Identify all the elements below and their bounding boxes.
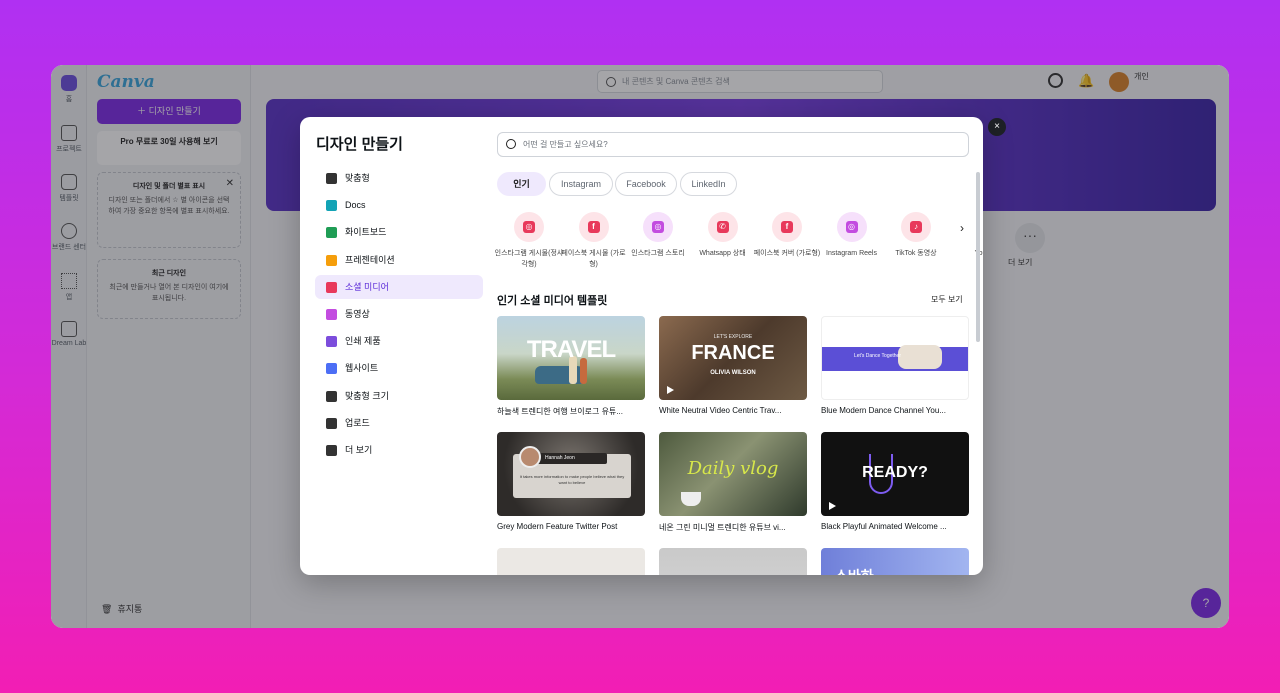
category-item[interactable]: 동영상 [315, 302, 483, 326]
category-item[interactable]: 소셜 미디어 [315, 274, 483, 299]
category-item[interactable]: 화이트보드 [315, 220, 483, 244]
thumb-text: FRANCE [691, 342, 775, 364]
category-icon [326, 417, 337, 429]
category-icon [326, 309, 337, 320]
template-thumbnail: 스바하 [821, 548, 969, 575]
modal-title: 디자인 만들기 [316, 136, 403, 153]
format-icon: ✆ [707, 212, 738, 242]
template-thumbnail [497, 548, 645, 575]
thumb-text: LET'S EXPLORE [713, 334, 753, 340]
template-caption: Black Playful Animated Welcome ... [821, 522, 947, 531]
filter-chip[interactable]: Facebook [615, 172, 677, 196]
category-icon [326, 173, 337, 184]
format-icon: ♪ [901, 212, 931, 242]
format-icon: f [578, 212, 609, 242]
scrollbar[interactable] [976, 172, 980, 342]
template-thumbnail: TRAVEL [497, 316, 645, 400]
format-icon: f [772, 212, 802, 242]
thumb-quote: It takes more information to make people… [519, 474, 625, 485]
category-icon [326, 227, 337, 239]
template-thumbnail: READY? [821, 432, 969, 516]
format-icon: ◎ [836, 212, 867, 242]
create-design-modal: 디자인 만들기 맞춤형 Docs 화이트보드프레젠테이션 소셜 미디어동영상인쇄 제품… [300, 117, 983, 575]
format-item[interactable]: ✆ Whatsapp 상태 [688, 212, 758, 259]
design-search-input[interactable]: 어떤 걸 만들고 싶으세요? [497, 132, 969, 157]
template-card[interactable]: LET'S EXPLORE FRANCE OLIVIA WILSON White Ne… [659, 316, 807, 415]
category-icon [326, 254, 337, 266]
template-card[interactable]: Hannah Jeon It takes more information to … [497, 432, 645, 531]
thumb-title: Daily vlog [687, 458, 779, 479]
template-caption: Grey Modern Feature Twitter Post [497, 522, 618, 531]
template-thumbnail: Daily vlog [659, 432, 807, 516]
category-icon [326, 200, 337, 212]
format-item[interactable]: f 페이스북 게시물 (가로형) [559, 212, 629, 270]
category-item[interactable]: 맞춤형 [315, 166, 483, 190]
format-icon [965, 212, 983, 242]
template-card[interactable]: Daily vlog 네온 그린 미니멀 트렌디한 유튜브 vi... [659, 432, 807, 533]
close-modal-button[interactable]: × [988, 118, 1006, 136]
format-icon: ◎ [643, 212, 673, 242]
category-icon [326, 336, 337, 348]
section-title: 인기 소셜 미디어 템플릿 [497, 295, 608, 307]
category-item[interactable]: 웹사이트 [315, 356, 483, 380]
template-card[interactable]: READY? Black Playful Animated Welcome ... [821, 432, 969, 531]
category-icon [326, 390, 337, 402]
template-thumbnail: LET'S EXPLORE FRANCE OLIVIA WILSON [659, 316, 807, 400]
format-item[interactable]: f 페이스북 커버 (가로형) [752, 212, 822, 259]
template-caption: White Neutral Video Centric Trav... [659, 406, 782, 415]
thumb-text: OLIVIA WILSON [710, 370, 756, 376]
template-thumbnail: Hannah Jeon It takes more information to … [497, 432, 645, 516]
avatar [519, 446, 541, 468]
format-item[interactable]: ◎ 인스타그램 스토리 [623, 212, 693, 259]
thumb-text: Let's Dance Together [854, 353, 902, 359]
chevron-right-icon[interactable]: › [960, 221, 964, 235]
category-item[interactable]: 인쇄 제품 [315, 329, 483, 353]
format-icon: ◎ [514, 212, 544, 242]
category-item[interactable]: 맞춤형 크기 [315, 384, 483, 408]
category-icon [326, 445, 337, 456]
filter-chip[interactable]: 인기 [497, 172, 546, 196]
template-card[interactable]: TRAVEL 하늘색 트렌디한 여행 브이로그 유튜... [497, 316, 645, 417]
thumb-title: TRAVEL [526, 336, 616, 363]
template-caption: 네온 그린 미니멀 트렌디한 유튜브 vi... [659, 523, 786, 532]
category-item[interactable]: 프레젠테이션 [315, 248, 483, 272]
thumb-title: READY? [862, 464, 928, 481]
category-item[interactable]: Docs [315, 193, 483, 217]
filter-chip[interactable]: LinkedIn [680, 172, 737, 196]
format-item[interactable]: ◎ 인스타그램 게시물(정사각형) [494, 212, 564, 270]
filter-chip[interactable]: Instagram [549, 172, 613, 196]
template-thumbnail [659, 548, 807, 575]
template-thumbnail: Let's Dance Together [821, 316, 969, 400]
template-caption: 하늘색 트렌디한 여행 브이로그 유튜... [497, 407, 623, 416]
template-card[interactable] [659, 548, 807, 575]
format-item[interactable]: ♪ TikTok 동영상 [881, 212, 951, 259]
thumb-title: 스바하 [835, 566, 874, 575]
template-card[interactable]: 스바하 [821, 548, 969, 575]
template-card[interactable]: Let's Dance Together Blue Modern Dance Ch… [821, 316, 969, 415]
category-icon [326, 281, 337, 293]
category-item[interactable]: 업로드 [315, 411, 483, 435]
play-icon [829, 502, 836, 510]
category-icon [326, 363, 337, 375]
category-item[interactable]: 더 보기 [315, 438, 483, 462]
template-card[interactable] [497, 548, 645, 575]
play-icon [667, 386, 674, 394]
format-item[interactable]: ◎ Instagram Reels [817, 212, 887, 259]
see-all-link[interactable]: 모두 보기 [931, 294, 963, 305]
template-caption: Blue Modern Dance Channel You... [821, 406, 946, 415]
